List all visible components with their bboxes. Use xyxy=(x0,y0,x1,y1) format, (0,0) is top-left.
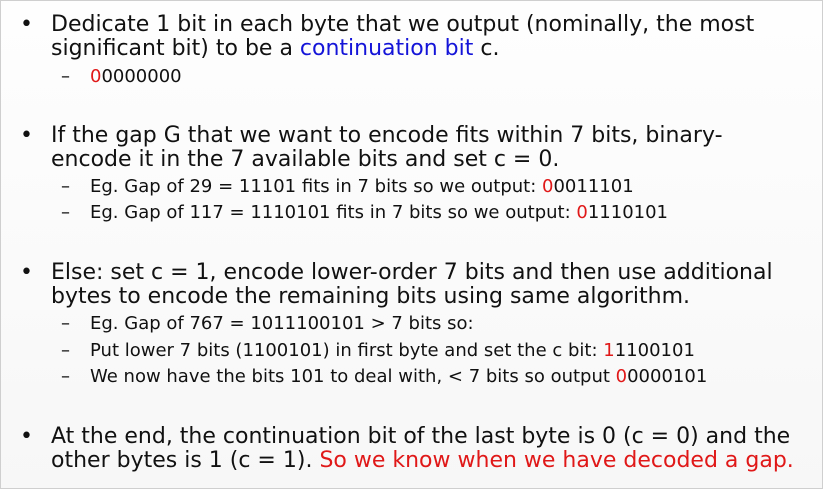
sub-item-gap-767: – Eg. Gap of 767 = 1011100101 > 7 bits s… xyxy=(1,312,823,336)
continuation-bit-value: 1 xyxy=(603,340,615,361)
bullet-line: If the gap G that we want to encode fits… xyxy=(51,123,723,148)
continuation-bit-term: continuation bit xyxy=(299,36,474,61)
decoded-gap-note: So we know when we have decoded a gap. xyxy=(319,448,794,473)
bullet-line: significant bit) to be a xyxy=(51,36,300,61)
bullet-line: Else: set c = 1, encode lower-order 7 bi… xyxy=(51,260,773,285)
bullet-dot: • xyxy=(20,260,33,285)
continuation-bit-value: 0 xyxy=(576,202,588,223)
sub-text: Eg. Gap of 767 = 1011100101 > 7 bits so: xyxy=(90,313,474,334)
bullet-line: Dedicate 1 bit in each byte that we outp… xyxy=(51,12,755,37)
sub-text-pre: We now have the bits 101 to deal with, <… xyxy=(90,366,616,387)
bullet-line: other bytes is 1 (c = 1). xyxy=(51,448,320,473)
continuation-bit-value: 0 xyxy=(542,176,554,197)
dash-marker: – xyxy=(61,66,70,87)
bullet-text: Else: set c = 1, encode lower-order 7 bi… xyxy=(51,261,811,309)
sub-item-remaining-bits: – We now have the bits 101 to deal with,… xyxy=(1,365,823,389)
sub-item-gap-29: – Eg. Gap of 29 = 11101 fits in 7 bits s… xyxy=(1,175,823,199)
payload-bits: 0011101 xyxy=(553,176,634,197)
sub-text: Eg. Gap of 117 = 1110101 fits in 7 bits … xyxy=(90,201,668,225)
sub-text-pre: Put lower 7 bits (1100101) in first byte… xyxy=(90,340,604,361)
continuation-bit-value: 0 xyxy=(615,366,628,387)
dash-marker: – xyxy=(61,202,70,223)
dash-marker: – xyxy=(61,340,70,361)
bullet-text: If the gap G that we want to encode fits… xyxy=(51,124,811,172)
payload-bits: 1110101 xyxy=(587,202,669,223)
sub-item-byte-example: – 00000000 xyxy=(1,65,823,89)
continuation-bit-value: 0 xyxy=(90,66,102,87)
sub-text: Put lower 7 bits (1100101) in first byte… xyxy=(90,339,695,363)
bullet-dot: • xyxy=(20,424,33,449)
sub-text-pre: Eg. Gap of 117 = 1110101 fits in 7 bits … xyxy=(90,202,577,223)
bullet-text: Dedicate 1 bit in each byte that we outp… xyxy=(51,13,811,61)
slide: • Dedicate 1 bit in each byte that we ou… xyxy=(0,0,823,489)
bullet-dot: • xyxy=(20,12,33,37)
bullet-dot: • xyxy=(20,123,33,148)
bullet-line: encode it in the 7 available bits and se… xyxy=(51,147,560,172)
sub-text: 00000000 xyxy=(90,65,182,89)
payload-bits: 0000101 xyxy=(627,366,708,387)
sub-item-lower-bits: – Put lower 7 bits (1100101) in first by… xyxy=(1,339,823,363)
bullet-line-end: c. xyxy=(473,36,500,61)
sub-text: Eg. Gap of 29 = 11101 fits in 7 bits so … xyxy=(90,175,634,199)
dash-marker: – xyxy=(61,176,70,197)
bullet-line: bytes to encode the remaining bits using… xyxy=(51,284,691,309)
bullet-line: At the end, the continuation bit of the … xyxy=(51,424,791,449)
sub-text-pre: Eg. Gap of 29 = 11101 fits in 7 bits so … xyxy=(90,176,543,197)
dash-marker: – xyxy=(61,366,70,387)
sub-text: We now have the bits 101 to deal with, <… xyxy=(90,365,707,389)
payload-bits: 0000000 xyxy=(101,66,182,87)
bullet-text: At the end, the continuation bit of the … xyxy=(51,425,811,473)
dash-marker: – xyxy=(61,313,70,334)
payload-bits: 1100101 xyxy=(614,340,695,361)
sub-item-gap-117: – Eg. Gap of 117 = 1110101 fits in 7 bit… xyxy=(1,201,823,225)
